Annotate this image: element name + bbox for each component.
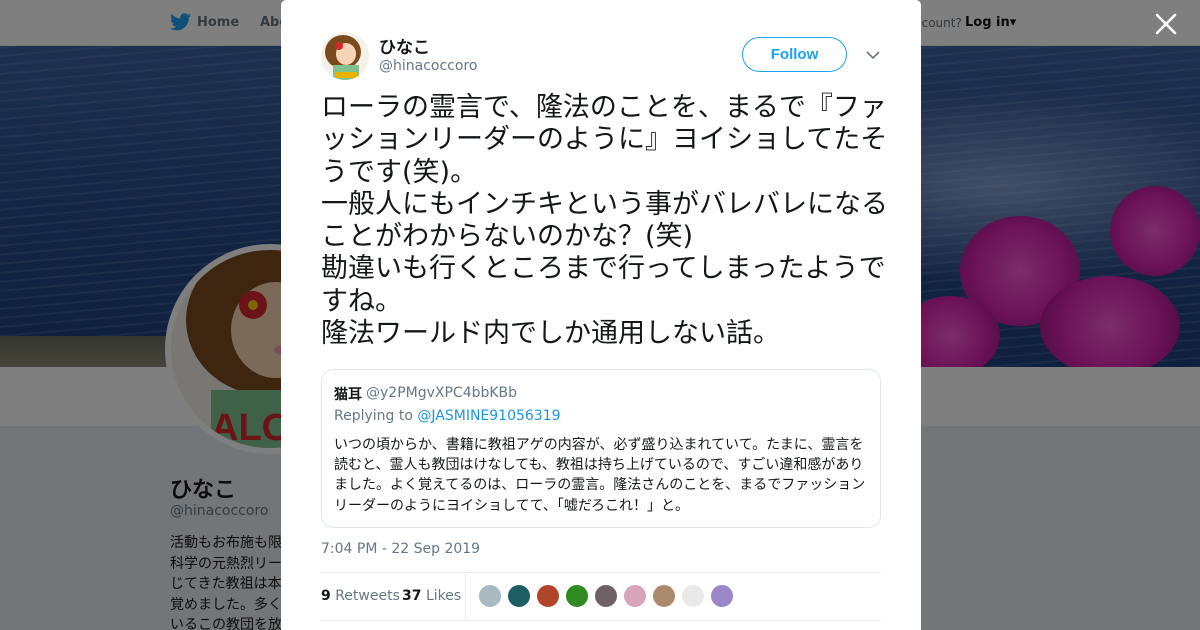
quoted-replying-to: Replying to @JASMINE91056319: [334, 408, 561, 424]
liker-3-avatar[interactable]: [536, 584, 560, 608]
retweets-count: 9: [321, 588, 331, 604]
retweets-label: Retweets: [335, 588, 400, 604]
follow-button[interactable]: Follow: [742, 37, 847, 72]
quoted-tweet[interactable]: 猫耳 @y2PMgvXPC4bbKBb Replying to @JASMINE…: [321, 369, 881, 528]
close-icon[interactable]: [1154, 12, 1178, 36]
tweet-timestamp[interactable]: 7:04 PM - 22 Sep 2019: [321, 541, 480, 557]
replying-to-link[interactable]: @JASMINE91056319: [417, 408, 560, 424]
liker-6-avatar[interactable]: [623, 584, 647, 608]
liker-8-avatar[interactable]: [681, 584, 705, 608]
replying-prefix: Replying to: [334, 408, 418, 424]
likes-label: Likes: [425, 588, 462, 604]
author-handle[interactable]: @hinacoccoro: [379, 58, 477, 74]
quoted-author-handle: @y2PMgvXPC4bbKBb: [366, 385, 518, 401]
quoted-tweet-text: いつの頃からか、書籍に教祖アゲの内容が、必ず盛り込まれていて。たまに、霊言を読む…: [334, 437, 866, 514]
hula-girl-avatar-image: [321, 32, 369, 80]
tweet-stats: 9 Retweets 37 Likes: [321, 572, 881, 621]
retweets-stat[interactable]: 9 Retweets: [321, 588, 400, 604]
likes-stat[interactable]: 37 Likes: [402, 588, 461, 604]
liker-4-avatar[interactable]: [565, 584, 589, 608]
tweet-permalink-modal: ひなこ @hinacoccoro Follow ローラの霊言で、隆法のことを、ま…: [281, 0, 921, 630]
quoted-author-name: 猫耳: [334, 387, 362, 403]
stats-divider: [465, 573, 466, 620]
liker-1-avatar[interactable]: [478, 584, 502, 608]
liker-7-avatar[interactable]: [652, 584, 676, 608]
liker-5-avatar[interactable]: [594, 584, 618, 608]
author-name[interactable]: ひなこ: [379, 33, 430, 58]
author-avatar[interactable]: [321, 32, 369, 80]
liker-2-avatar[interactable]: [507, 584, 531, 608]
likes-count: 37: [402, 588, 422, 604]
tweet-text: ローラの霊言で、隆法のことを、まるで『ファッションリーダーのように』ヨイショして…: [321, 92, 888, 350]
liker-9-avatar[interactable]: [710, 584, 734, 608]
chevron-down-icon[interactable]: [865, 47, 881, 63]
